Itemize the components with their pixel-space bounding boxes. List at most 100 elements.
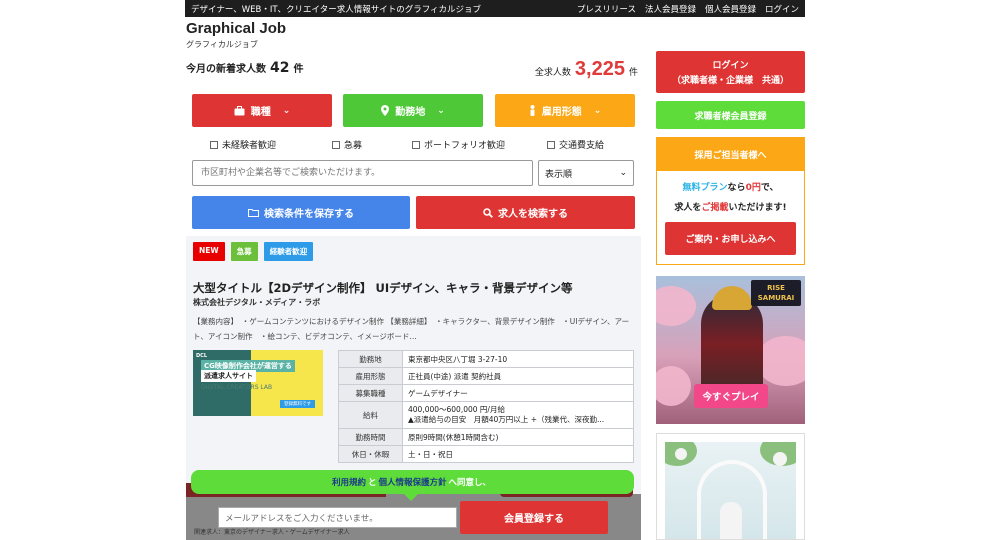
search-jobs-label: 求人を検索する [498, 209, 568, 220]
detail-key: 募集職種 [338, 384, 403, 402]
job-description-line: ト、アイコン制作 ・絵コンテ、ビデオコンテ、イメージボード… [193, 332, 417, 341]
checkbox-label: 急募 [344, 141, 363, 151]
sort-select[interactable]: 表示順 ⌄ [538, 160, 634, 186]
detail-key: 勤務時間 [338, 428, 403, 446]
detail-value: ゲームデザイナー [402, 384, 634, 402]
job-badges: NEW 急募 経験者歓迎 [193, 242, 314, 261]
terms-link[interactable]: 利用規約 [332, 476, 366, 488]
location-dropdown[interactable]: 勤務地 ⌄ [343, 94, 483, 127]
checkbox-portfolio[interactable]: ポートフォリオ歓迎 [412, 138, 547, 151]
urgent-badge: 急募 [230, 242, 258, 261]
detail-key: 勤務地 [338, 350, 403, 368]
consent-banner: 利用規約 と 個人情報保護方針 へ同意し、 [191, 470, 634, 494]
table-row: 雇用形態 正社員(中途) 派遣 契約社員 [338, 367, 634, 385]
job-thumbnail[interactable]: DCL CG映像制作会社が運営する 派遣求人サイト DIGITAL CREATO… [193, 350, 323, 416]
thumbnail-text: 派遣求人サイト [201, 370, 256, 382]
detail-key: 給料 [338, 401, 403, 429]
game-ad-banner[interactable]: RISE SAMURAI 今すぐプレイ [656, 276, 805, 424]
site-tagline: デザイナー、WEB・IT、クリエイター求人情報サイトのグラフィカルジョブ [191, 4, 482, 15]
location-label: 勤務地 [395, 107, 426, 118]
folder-icon [248, 209, 259, 217]
login-label: ログイン [712, 61, 749, 71]
detail-value: 東京都中央区八丁堀 3-27-10 [402, 350, 634, 368]
corporate-register-link[interactable]: 法人会員登録 [645, 3, 696, 15]
chevron-down-icon: ⌄ [593, 105, 602, 116]
table-row: 勤務地 東京都中央区八丁堀 3-27-10 [338, 350, 634, 368]
checkbox-transport[interactable]: 交通費支給 [547, 138, 604, 151]
detail-key: 休日・休暇 [338, 445, 403, 463]
press-release-link[interactable]: プレスリリース [577, 3, 636, 15]
checkbox-box[interactable] [412, 140, 420, 149]
checkbox-inexperienced[interactable]: 未経験者歓迎 [210, 138, 332, 151]
save-search-button[interactable]: 検索条件を保存する [192, 196, 410, 229]
login-link[interactable]: ログイン [765, 3, 799, 15]
job-description: 【業務内容】 ・ゲームコンテンツにおけるデザイン制作 【業務詳細】 ・キャラクタ… [193, 314, 633, 344]
chevron-down-icon: ⌄ [437, 105, 445, 116]
recruiter-apply-button[interactable]: ご案内・お申し込みへ [665, 222, 796, 255]
company-name: 株式会社デジタル・メディア・ラボ [193, 298, 321, 307]
total-jobs-label: 全求人数 [534, 68, 571, 78]
sidebar-register-button[interactable]: 求職者様会員登録 [656, 101, 805, 129]
play-now-button[interactable]: 今すぐプレイ [694, 384, 768, 408]
email-field[interactable]: メールアドレスをご入力くださいませ。 [218, 507, 457, 528]
blossom-shape [656, 366, 691, 406]
new-jobs-unit: 件 [293, 64, 304, 75]
personal-register-link[interactable]: 個人会員登録 [705, 3, 756, 15]
flower-shape [675, 448, 687, 460]
checkbox-box[interactable] [547, 140, 555, 149]
register-button[interactable]: 会員登録する [460, 501, 608, 534]
flower-shape [773, 452, 787, 466]
wedding-ad-banner[interactable] [656, 433, 805, 540]
checkbox-box[interactable] [332, 140, 340, 149]
job-type-label: 職種 [250, 107, 271, 118]
new-badge: NEW [193, 242, 225, 261]
detail-value: 正社員(中途) 派遣 契約社員 [402, 367, 634, 385]
checkbox-label: 未経験者歓迎 [222, 141, 277, 151]
top-links: プレスリリース 法人会員登録 個人会員登録 ログイン [577, 3, 799, 15]
search-icon [483, 207, 493, 218]
zero-yen-text: 0円 [745, 183, 761, 193]
recruiter-box-header: 採用ご担当者様へ [657, 138, 804, 171]
detail-key: 雇用形態 [338, 367, 403, 385]
checkbox-box[interactable] [210, 140, 218, 149]
recruit-suffix: いただけます! [728, 203, 787, 213]
sort-value: 表示順 [545, 169, 573, 180]
game-logo: RISE SAMURAI [751, 280, 801, 306]
table-row: 休日・休暇 土・日・祝日 [338, 445, 634, 463]
total-jobs-number: 3,225 [574, 58, 625, 80]
new-jobs-count: 今月の新着求人数 42 件 [186, 60, 303, 76]
chevron-down-icon: ⌄ [619, 168, 627, 178]
job-title[interactable]: 大型タイトル【2Dデザイン制作】 UIデザイン、キャラ・背景デザイン等 [193, 280, 572, 296]
game-logo-text: SAMURAI [757, 294, 795, 302]
detail-value: 原則9時間(休憩1時間含む) [402, 428, 634, 446]
job-type-dropdown[interactable]: 職種 ⌄ [192, 94, 332, 127]
blossom-shape [656, 286, 696, 326]
consent-suffix: へ同意し、 [448, 478, 492, 488]
table-row: 給料 400,000〜600,000 円/月給 ▲派遣給与の目安 月額40万円以上 … [338, 401, 634, 429]
search-input[interactable] [192, 160, 533, 186]
site-logo[interactable]: Graphical Job [186, 20, 286, 37]
sidebar-login-button[interactable]: ログイン （求職者様・企業様 共通） [656, 51, 805, 93]
new-jobs-number: 42 [270, 60, 290, 76]
experienced-badge: 経験者歓迎 [263, 242, 314, 261]
game-logo-text: RISE [767, 284, 785, 292]
checkbox-urgent[interactable]: 急募 [332, 138, 412, 151]
save-search-label: 検索条件を保存する [264, 209, 354, 220]
privacy-link[interactable]: 個人情報保護方針 [379, 476, 447, 488]
thumbnail-text: DIGITAL CREATORS LAB [201, 384, 273, 391]
map-pin-icon [381, 105, 390, 116]
recruit-highlight: ご掲載 [701, 203, 729, 213]
blossom-shape [756, 336, 805, 386]
total-jobs-unit: 件 [628, 68, 638, 78]
bride-figure [720, 502, 742, 539]
recruit-prefix: 求人を [674, 203, 702, 213]
person-icon [530, 105, 535, 116]
free-plan-text: 無料プラン [682, 183, 728, 193]
briefcase-icon [234, 105, 245, 115]
filter-checkboxes: 未経験者歓迎 急募 ポートフォリオ歓迎 交通費支給 [210, 138, 630, 151]
search-jobs-button[interactable]: 求人を検索する [416, 196, 635, 229]
checkbox-label: ポートフォリオ歓迎 [424, 141, 506, 151]
total-jobs-count: 全求人数 3,225 件 [535, 58, 638, 81]
checkbox-label: 交通費支給 [559, 141, 605, 151]
employment-type-dropdown[interactable]: 雇用形態 ⌄ [495, 94, 635, 127]
